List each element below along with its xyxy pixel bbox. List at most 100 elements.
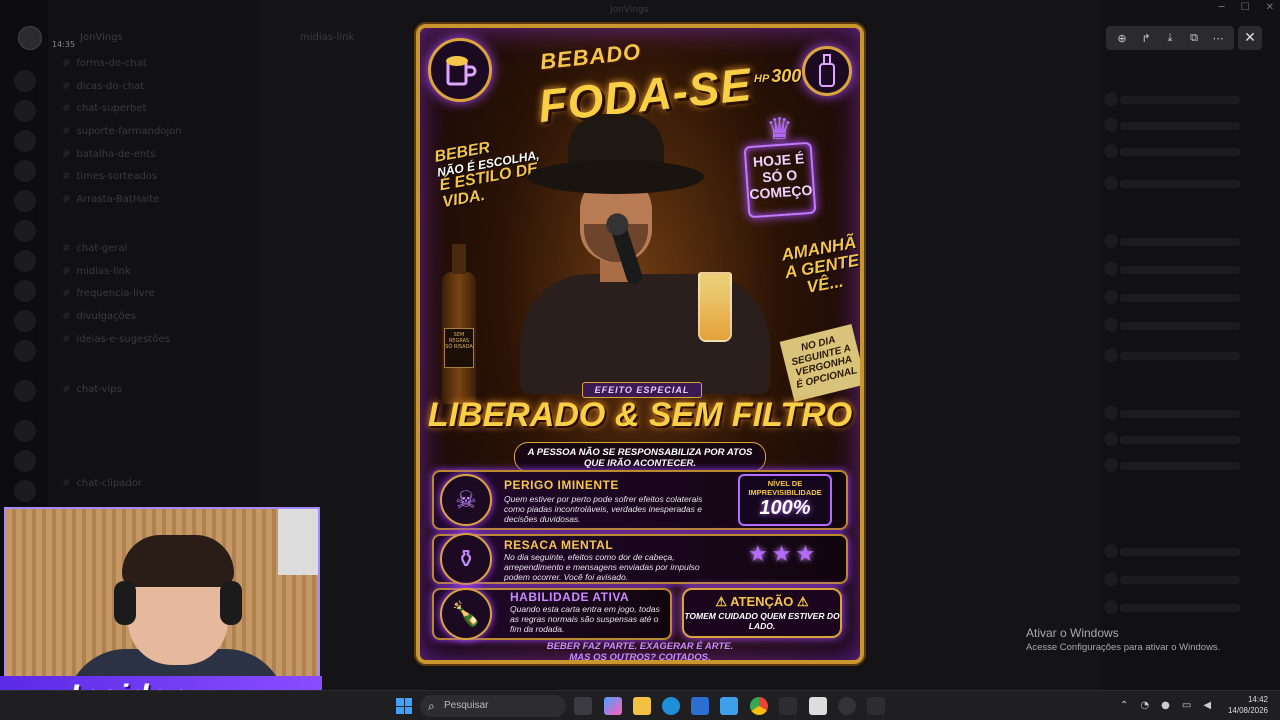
member-item[interactable]	[1104, 290, 1240, 304]
server-icon[interactable]	[14, 70, 36, 92]
channel-item[interactable]: # suporte-farmandojon	[62, 126, 182, 137]
member-item[interactable]	[1104, 348, 1240, 362]
server-icon[interactable]	[14, 380, 36, 402]
channel-item[interactable]: # chat-clipador	[62, 478, 142, 489]
image-viewer-toolbar: ⊕ ↱ ⤓ ⧉ ⋯	[1106, 26, 1234, 50]
server-icon[interactable]	[14, 130, 36, 152]
windows-start-icon[interactable]	[396, 698, 412, 714]
file-explorer-icon[interactable]	[633, 697, 651, 715]
member-item[interactable]	[1104, 432, 1240, 446]
avatar-time: 14:35	[52, 40, 76, 49]
more-icon[interactable]: ⋯	[1211, 31, 1225, 45]
member-item[interactable]	[1104, 406, 1240, 420]
right-slogan: AMANHÃ A GENTE VÊ...	[779, 232, 861, 297]
channel-item[interactable]: # chat-superbet	[62, 103, 146, 114]
task-view-icon[interactable]	[574, 697, 592, 715]
member-item[interactable]	[1104, 262, 1240, 276]
row-text: No dia seguinte, efeitos como dor de cab…	[504, 552, 700, 583]
member-item[interactable]	[1104, 176, 1240, 190]
hash-icon: #	[62, 243, 71, 254]
member-item[interactable]	[1104, 544, 1240, 558]
channel-item[interactable]: # Arrasta-BatHalte	[62, 194, 159, 205]
channel-item[interactable]: # batalha-de-ents	[62, 149, 156, 160]
row-text: Quem estiver por perto pode sofrer efeit…	[504, 494, 703, 525]
taskbar-clock[interactable]: 14:42 14/08/2026	[1216, 694, 1268, 716]
channel-item[interactable]: # forms-do-chat	[62, 58, 147, 69]
cowboy-hat-brim	[528, 160, 704, 194]
server-icon[interactable]	[14, 480, 36, 502]
member-item[interactable]	[1104, 144, 1240, 158]
volume-icon[interactable]: ◀	[1203, 700, 1211, 711]
channel-item[interactable]: # chat-vips	[62, 384, 122, 395]
chat-header-channel: midias-link	[300, 32, 355, 43]
network-icon[interactable]: ◔	[1140, 700, 1149, 711]
app-icon[interactable]	[838, 697, 856, 715]
man-torso	[520, 274, 770, 394]
hash-icon: #	[62, 478, 71, 489]
server-icon[interactable]	[14, 310, 36, 332]
open-external-icon[interactable]: ⧉	[1187, 31, 1201, 45]
server-icon[interactable]	[14, 420, 36, 442]
server-icon[interactable]	[14, 250, 36, 272]
card-footer: BEBER FAZ PARTE. EXAGERAR É ARTE. MAS OS…	[546, 641, 734, 663]
member-item[interactable]	[1104, 234, 1240, 248]
server-icon[interactable]	[14, 100, 36, 122]
wall-corner	[278, 509, 318, 575]
user-avatar[interactable]	[18, 26, 42, 50]
ability-title: LIBERADO & SEM FILTRO	[427, 396, 853, 434]
server-icon[interactable]	[14, 220, 36, 242]
headphone-right	[220, 581, 242, 625]
beer-cup	[698, 272, 732, 342]
member-item[interactable]	[1104, 92, 1240, 106]
channel-item[interactable]: # chat-geral	[62, 243, 127, 254]
row-text: Quando esta carta entra em jogo, todas a…	[510, 604, 660, 635]
channel-item[interactable]: # ideias-e-sugestões	[62, 334, 170, 345]
hash-icon: #	[62, 288, 71, 299]
member-item[interactable]	[1104, 458, 1240, 472]
download-icon[interactable]: ⤓	[1163, 31, 1177, 45]
notes-icon[interactable]	[809, 697, 827, 715]
store-icon[interactable]	[691, 697, 709, 715]
window-controls: ─ ☐ ✕	[1219, 2, 1274, 13]
window-close-icon[interactable]: ✕	[1266, 2, 1274, 13]
battery-icon[interactable]: ▭	[1182, 700, 1191, 711]
member-item[interactable]	[1104, 600, 1240, 614]
server-icon[interactable]	[14, 160, 36, 182]
minimize-icon[interactable]: ─	[1219, 2, 1225, 13]
taskbar-search[interactable]: Pesquisar	[420, 695, 566, 717]
attention-box: ⚠ ATENÇÃO ⚠ TOMEM CUIDADO QUEM ESTIVER D…	[682, 588, 842, 638]
channel-item[interactable]: # midias-link	[62, 266, 131, 277]
member-item[interactable]	[1104, 118, 1240, 132]
level-box: NÍVEL DE IMPREVISIBILIDADE 100%	[738, 474, 832, 526]
share-icon[interactable]: ↱	[1139, 31, 1153, 45]
member-item[interactable]	[1104, 572, 1240, 586]
server-icon[interactable]	[14, 280, 36, 302]
person-hair	[122, 535, 234, 587]
paper-note: NO DIA SEGUINTE A VERGONHA É OPCIONAL	[779, 323, 860, 403]
member-item[interactable]	[1104, 318, 1240, 332]
channel-item[interactable]: # frequencia-livre	[62, 288, 155, 299]
hash-icon: #	[62, 58, 71, 69]
row-title: PERIGO IMINENTE	[504, 478, 619, 492]
channel-item[interactable]: # dicas-do-chat	[62, 81, 144, 92]
chevron-up-icon[interactable]: ⌃	[1120, 700, 1128, 711]
hash-icon: #	[62, 384, 71, 395]
capcut-icon[interactable]	[779, 697, 797, 715]
zoom-icon[interactable]: ⊕	[1115, 31, 1129, 45]
server-icon[interactable]	[14, 190, 36, 212]
window-title: JonVings	[610, 5, 649, 15]
server-icon[interactable]	[14, 450, 36, 472]
channel-item[interactable]: # times-sorteados	[62, 171, 157, 182]
maximize-icon[interactable]: ☐	[1241, 2, 1250, 13]
channel-item[interactable]: # divulgações	[62, 311, 136, 322]
capcut-icon-2[interactable]	[867, 697, 885, 715]
mic-icon[interactable]: ●	[1161, 700, 1170, 711]
system-tray: ⌃ ◔ ● ▭ ◀	[1120, 700, 1211, 711]
close-icon[interactable]: ✕	[1238, 26, 1262, 50]
server-name[interactable]: JonVings	[80, 32, 123, 43]
server-icon[interactable]	[14, 340, 36, 362]
copilot-icon[interactable]	[604, 697, 622, 715]
chrome-icon[interactable]	[750, 697, 768, 715]
edge-icon[interactable]	[662, 697, 680, 715]
outlook-icon[interactable]	[720, 697, 738, 715]
